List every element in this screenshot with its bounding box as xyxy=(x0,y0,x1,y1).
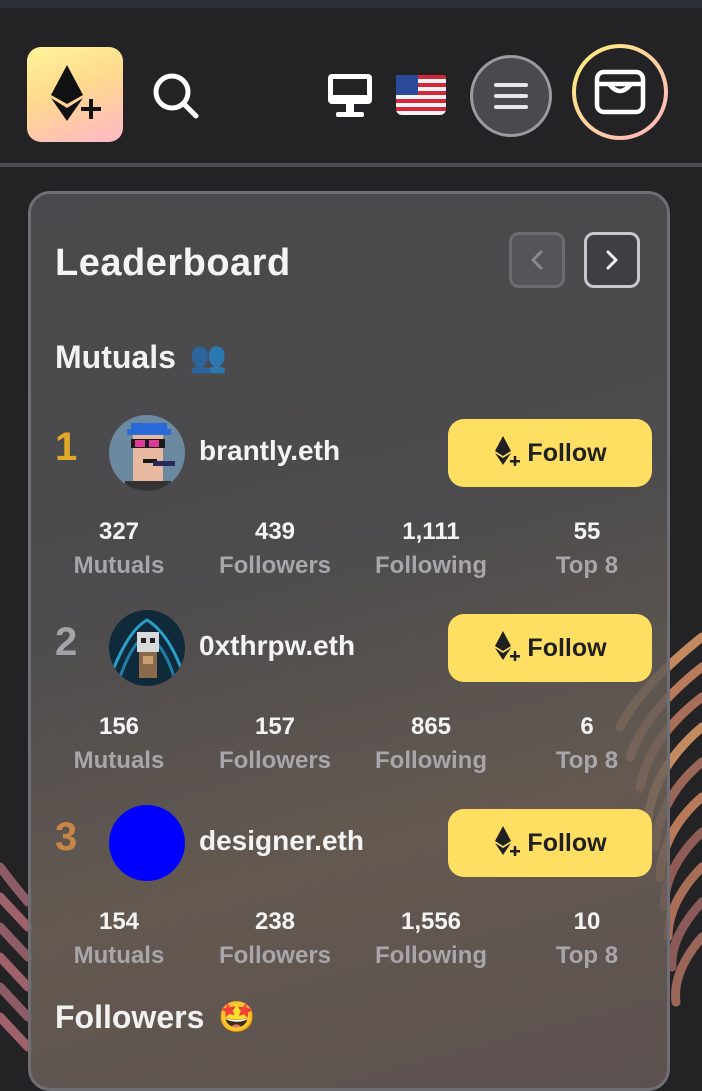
mutuals-stat[interactable]: 327 Mutuals xyxy=(44,518,194,580)
stat-label: Mutuals xyxy=(73,552,165,579)
top8-stat[interactable]: 55 Top 8 xyxy=(512,518,662,580)
username-link[interactable]: designer.eth xyxy=(199,825,364,857)
rank-number: 2 xyxy=(55,620,78,664)
theme-toggle-button[interactable] xyxy=(322,68,378,124)
app-header xyxy=(0,8,702,163)
followers-stat[interactable]: 157 Followers xyxy=(200,713,350,775)
follow-button-label: Follow xyxy=(527,633,607,662)
mutuals-section-label: Mutuals xyxy=(55,339,176,375)
hamburger-menu-icon xyxy=(494,83,528,109)
leaderboard-row: 2 0xthrpw.eth Follow 156 Mutuals 157 Fol… xyxy=(31,610,667,805)
stat-value: 1,556 xyxy=(400,908,462,935)
rank-number: 1 xyxy=(55,425,78,469)
robot-avatar[interactable] xyxy=(109,610,185,686)
mutuals-section-heading: Mutuals 👥 xyxy=(55,339,227,376)
stat-value: 1,111 xyxy=(402,518,460,545)
followers-stat[interactable]: 238 Followers xyxy=(200,908,350,970)
stat-value: 238 xyxy=(254,908,296,935)
mutuals-stat[interactable]: 156 Mutuals xyxy=(44,713,194,775)
follow-button[interactable]: Follow xyxy=(448,809,652,877)
leaderboard-card: Leaderboard Mutuals 👥 1 brantly.eth Foll… xyxy=(28,191,670,1091)
ethereum-plus-icon xyxy=(495,631,521,661)
leaderboard-title: Leaderboard xyxy=(55,242,291,284)
top8-stat[interactable]: 6 Top 8 xyxy=(512,713,662,775)
stat-value: 439 xyxy=(254,518,296,545)
wallet-button[interactable] xyxy=(572,44,668,140)
search-button[interactable] xyxy=(148,68,204,124)
star-struck-emoji-icon: 🤩 xyxy=(218,1001,256,1034)
follow-button[interactable]: Follow xyxy=(448,419,652,487)
us-flag-icon xyxy=(396,75,446,115)
followers-section-heading: Followers 🤩 xyxy=(55,999,256,1036)
stat-label: Followers xyxy=(218,942,332,969)
people-emoji-icon: 👥 xyxy=(189,341,228,374)
follow-button-label: Follow xyxy=(527,438,607,467)
username-link[interactable]: 0xthrpw.eth xyxy=(199,630,355,662)
stat-label: Following xyxy=(375,747,487,774)
following-stat[interactable]: 1,556 Following xyxy=(356,908,506,970)
stat-label: Top 8 xyxy=(555,747,619,774)
follow-button[interactable]: Follow xyxy=(448,614,652,682)
punk-avatar[interactable] xyxy=(109,415,185,491)
language-button[interactable] xyxy=(396,75,446,115)
stat-label: Following xyxy=(375,942,487,969)
stat-value: 865 xyxy=(410,713,452,740)
stat-label: Top 8 xyxy=(555,942,619,969)
follow-button-label: Follow xyxy=(527,828,607,857)
ethereum-plus-icon xyxy=(51,64,101,121)
search-icon xyxy=(153,73,199,119)
stat-value: 10 xyxy=(573,908,601,935)
top-strip xyxy=(0,0,702,8)
stat-label: Followers xyxy=(218,552,332,579)
chevron-right-icon xyxy=(606,250,618,270)
blue-circle-avatar[interactable] xyxy=(109,805,185,881)
monitor-icon xyxy=(328,74,372,117)
home-logo-button[interactable] xyxy=(27,47,123,142)
mutuals-stat[interactable]: 154 Mutuals xyxy=(44,908,194,970)
stat-value: 156 xyxy=(98,713,140,740)
stat-value: 157 xyxy=(254,713,296,740)
stat-label: Following xyxy=(375,552,487,579)
followers-stat[interactable]: 439 Followers xyxy=(200,518,350,580)
stat-value: 154 xyxy=(98,908,140,935)
next-page-button[interactable] xyxy=(584,232,640,288)
stat-label: Followers xyxy=(218,747,332,774)
top8-stat[interactable]: 10 Top 8 xyxy=(512,908,662,970)
stat-label: Mutuals xyxy=(73,942,165,969)
stat-label: Mutuals xyxy=(73,747,165,774)
followers-section-label: Followers xyxy=(55,999,205,1035)
following-stat[interactable]: 1,111 Following xyxy=(356,518,506,580)
leaderboard-row: 1 brantly.eth Follow 327 Mutuals 439 Fol… xyxy=(31,415,667,610)
previous-page-button[interactable] xyxy=(509,232,565,288)
ethereum-plus-icon xyxy=(495,436,521,466)
stat-value: 327 xyxy=(98,518,140,545)
rank-number: 3 xyxy=(55,815,78,859)
chevron-left-icon xyxy=(531,250,543,270)
username-link[interactable]: brantly.eth xyxy=(199,435,340,467)
wallet-icon xyxy=(594,69,646,115)
stat-label: Top 8 xyxy=(555,552,619,579)
following-stat[interactable]: 865 Following xyxy=(356,713,506,775)
stat-value: 6 xyxy=(580,713,594,740)
stat-value: 55 xyxy=(573,518,601,545)
leaderboard-row: 3 designer.eth Follow 154 Mutuals 238 Foll… xyxy=(31,805,667,1000)
menu-button[interactable] xyxy=(470,55,552,137)
ethereum-plus-icon xyxy=(495,826,521,856)
wallet-button-inner xyxy=(576,48,664,136)
